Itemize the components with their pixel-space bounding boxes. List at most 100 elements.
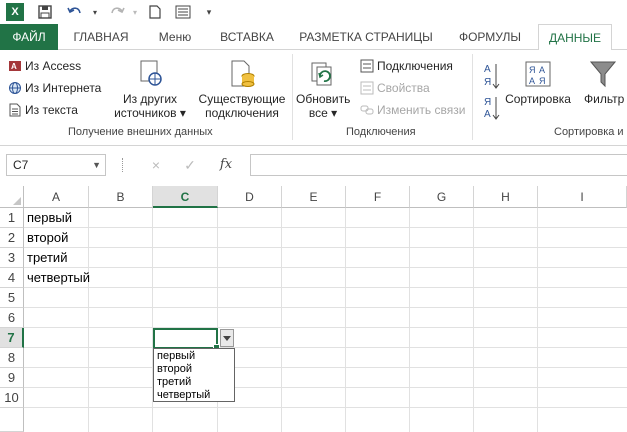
connections-icon (360, 59, 374, 73)
select-all-button[interactable] (0, 186, 24, 208)
properties-label: Свойства (377, 81, 430, 95)
cell-a2[interactable]: второй (27, 228, 68, 248)
row-header-10[interactable]: 10 (0, 388, 24, 408)
row-header-4[interactable]: 4 (0, 268, 24, 288)
undo-icon[interactable] (66, 3, 84, 21)
quick-access-toolbar: X ▾ ▾ ▾ (0, 0, 627, 24)
from-other-line2: источников ▾ (114, 106, 186, 120)
active-cell-c7[interactable] (153, 328, 220, 351)
sort-za-icon: ЯA (484, 95, 502, 124)
column-header-c[interactable]: C (153, 186, 218, 208)
tab-home[interactable]: ГЛАВНАЯ (62, 24, 140, 50)
row-header-5[interactable]: 5 (0, 288, 24, 308)
svg-text:Я: Я (529, 65, 536, 75)
sort-dialog-icon: ЯAAЯ (504, 56, 572, 92)
excel-logo-icon: X (6, 3, 24, 21)
group-separator (472, 54, 473, 140)
row-header-6[interactable]: 6 (0, 308, 24, 328)
gridline (345, 208, 346, 432)
column-header-f[interactable]: F (346, 186, 410, 208)
ribbon-tabs: ФАЙЛ ГЛАВНАЯ Меню ВСТАВКА РАЗМЕТКА СТРАН… (0, 24, 627, 51)
customize-toolbar-icon[interactable]: ▾ (200, 3, 218, 21)
svg-text:A: A (529, 76, 535, 86)
redo-dropdown-icon[interactable]: ▾ (126, 3, 144, 21)
column-header-a[interactable]: A (24, 186, 89, 208)
group-label-external-data: Получение внешних данных (68, 126, 213, 138)
sort-za-button[interactable]: ЯA (484, 94, 502, 124)
column-header-b[interactable]: B (89, 186, 153, 208)
refresh-all-button[interactable]: Обновить все ▾ (296, 56, 350, 120)
column-header-h[interactable]: H (474, 186, 538, 208)
from-web-button[interactable]: Из Интернета (8, 78, 101, 98)
save-icon[interactable] (36, 3, 54, 21)
cancel-icon[interactable]: × (146, 156, 166, 174)
row-header-9[interactable]: 9 (0, 368, 24, 388)
insert-function-icon[interactable]: fx (216, 156, 236, 174)
cell-a1[interactable]: первый (27, 208, 72, 228)
existing-connections-button[interactable]: Существующие подключения (196, 56, 288, 120)
gridline (409, 208, 410, 432)
from-access-button[interactable]: A Из Access (8, 56, 81, 76)
chevron-down-icon[interactable]: ▼ (92, 155, 101, 175)
dropdown-option[interactable]: второй (157, 363, 231, 376)
tab-menu[interactable]: Меню (146, 24, 204, 50)
svg-text:A: A (484, 64, 491, 75)
gridline (88, 208, 89, 432)
connections-button[interactable]: Подключения (360, 56, 453, 76)
edit-links-icon (360, 103, 374, 117)
filter-button[interactable]: Фильтр (584, 56, 627, 106)
refresh-line2: все ▾ (308, 106, 338, 120)
formula-input[interactable] (250, 154, 627, 176)
column-header-d[interactable]: D (218, 186, 282, 208)
existing-connections-icon (196, 56, 288, 92)
filter-label: Фильтр (584, 92, 625, 106)
text-file-icon (8, 103, 22, 117)
redo-icon[interactable] (108, 3, 126, 21)
svg-text:Я: Я (484, 77, 491, 88)
row-header-8[interactable]: 8 (0, 348, 24, 368)
tab-data[interactable]: ДАННЫЕ (538, 24, 612, 51)
dropdown-option[interactable]: третий (157, 376, 231, 389)
cell-a3[interactable]: третий (27, 248, 67, 268)
name-box[interactable]: C7 ▼ (6, 154, 106, 176)
sort-label: Сортировка (505, 92, 571, 106)
tab-insert[interactable]: ВСТАВКА (210, 24, 284, 50)
svg-text:A: A (11, 62, 17, 71)
dropdown-option[interactable]: первый (157, 350, 231, 363)
row-header-2[interactable]: 2 (0, 228, 24, 248)
sort-button[interactable]: ЯAAЯ Сортировка (504, 56, 572, 106)
properties-button[interactable]: Свойства (360, 78, 430, 98)
row-header-11[interactable] (0, 408, 24, 432)
svg-text:A: A (484, 109, 491, 120)
new-file-icon[interactable] (146, 3, 164, 21)
from-web-label: Из Интернета (25, 81, 102, 95)
undo-dropdown-icon[interactable]: ▾ (86, 3, 104, 21)
connections-label: Подключения (377, 59, 453, 73)
validation-dropdown-arrow-icon[interactable] (220, 329, 234, 347)
row-header-7[interactable]: 7 (0, 328, 24, 348)
tab-formulas[interactable]: ФОРМУЛЫ (448, 24, 532, 50)
tab-file[interactable]: ФАЙЛ (0, 24, 58, 50)
svg-text:Я: Я (484, 97, 491, 108)
cell-a4[interactable]: четвертый (27, 268, 90, 288)
form-icon[interactable] (174, 3, 192, 21)
column-header-e[interactable]: E (282, 186, 346, 208)
column-header-g[interactable]: G (410, 186, 474, 208)
tab-page-layout[interactable]: РАЗМЕТКА СТРАНИЦЫ (290, 24, 442, 50)
gridline (473, 208, 474, 432)
filter-icon (584, 56, 627, 92)
dropdown-option[interactable]: четвертый (157, 389, 231, 402)
gridline (537, 208, 538, 432)
worksheet-grid[interactable]: A B C D E F G H I 1 2 3 4 5 6 7 8 9 10 п… (0, 186, 627, 432)
row-header-1[interactable]: 1 (0, 208, 24, 228)
svg-text:A: A (539, 65, 545, 75)
sort-az-button[interactable]: AЯ (484, 62, 502, 92)
row-header-3[interactable]: 3 (0, 248, 24, 268)
globe-icon (8, 81, 22, 95)
edit-links-button[interactable]: Изменить связи (360, 100, 465, 120)
column-header-i[interactable]: I (538, 186, 627, 208)
from-other-sources-button[interactable]: Из других источников ▾ (112, 56, 188, 120)
group-label-sort-filter: Сортировка и фил (554, 126, 627, 138)
enter-icon[interactable]: ✓ (180, 156, 200, 174)
from-text-button[interactable]: Из текста (8, 100, 78, 120)
